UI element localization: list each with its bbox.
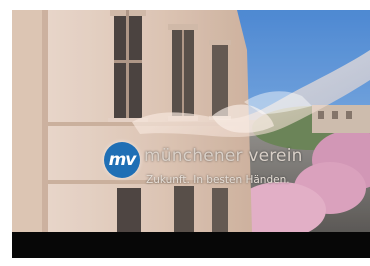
video-still bbox=[12, 10, 370, 232]
brand-tagline: Zukunft. In besten Händen. bbox=[146, 174, 290, 186]
street-scene-illustration bbox=[12, 10, 370, 232]
brand-name: münchener verein bbox=[144, 146, 303, 166]
video-frame: mv münchener verein Zukunft. In besten H… bbox=[12, 10, 370, 258]
logo-badge-text: mv bbox=[108, 150, 137, 170]
page-frame: mv münchener verein Zukunft. In besten H… bbox=[0, 0, 370, 266]
mv-logo-badge: mv bbox=[104, 142, 140, 178]
letterbox-bar bbox=[12, 232, 370, 258]
